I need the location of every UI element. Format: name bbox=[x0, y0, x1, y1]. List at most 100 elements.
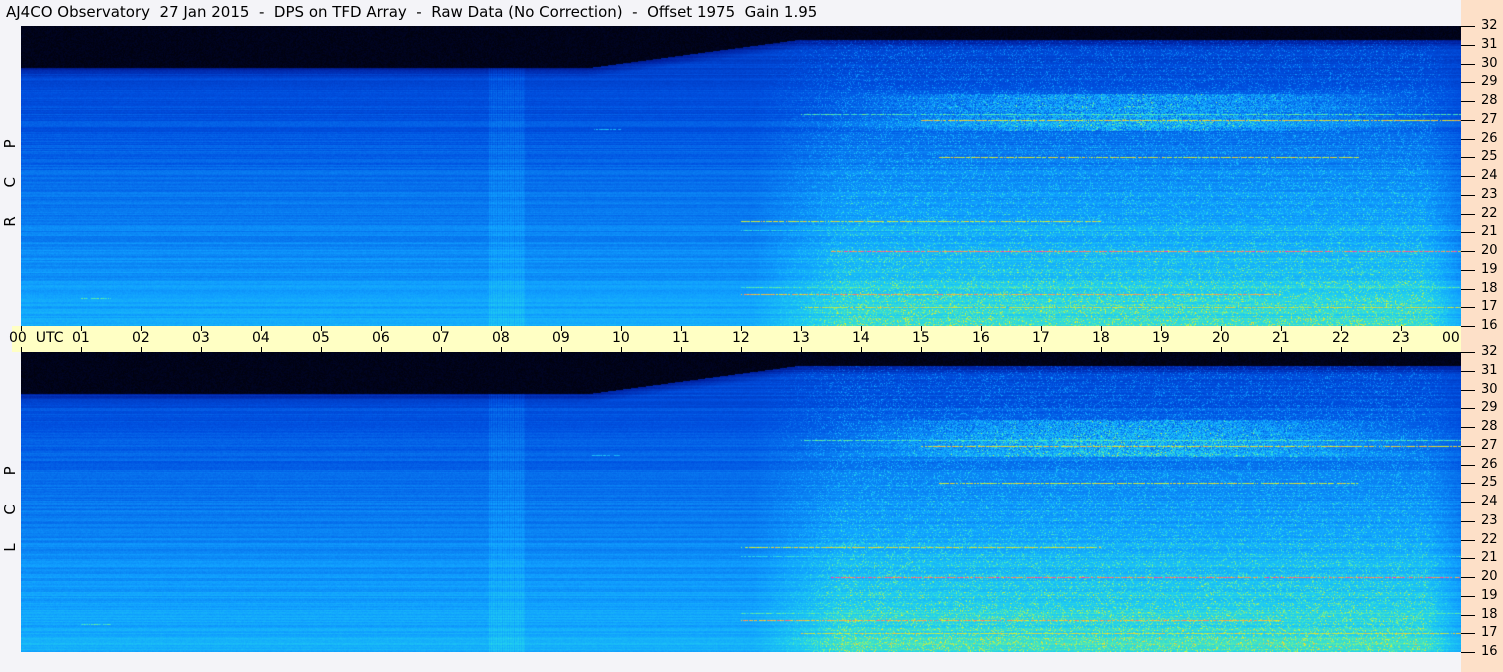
rcp-label: R C P bbox=[1, 127, 19, 227]
utc-tick bbox=[321, 347, 322, 352]
utc-tick-label: 01 bbox=[72, 330, 90, 346]
freq-tick-label: 26 bbox=[1481, 457, 1498, 472]
utc-tick-label: 14 bbox=[852, 330, 870, 346]
freq-tick bbox=[1461, 446, 1475, 447]
utc-tick bbox=[801, 347, 802, 352]
freq-tick bbox=[1461, 307, 1475, 308]
freq-tick-label: 19 bbox=[1481, 588, 1498, 603]
utc-tick bbox=[141, 347, 142, 352]
utc-tick-label: 15 bbox=[912, 330, 930, 346]
freq-tick-label: 23 bbox=[1481, 187, 1498, 202]
freq-tick bbox=[1461, 289, 1475, 290]
freq-tick-label: 19 bbox=[1481, 262, 1498, 277]
freq-tick bbox=[1461, 483, 1475, 484]
freq-tick bbox=[1461, 521, 1475, 522]
utc-tick-label: 04 bbox=[252, 330, 270, 346]
freq-tick bbox=[1461, 195, 1475, 196]
freq-tick bbox=[1461, 45, 1475, 46]
freq-tick bbox=[1461, 465, 1475, 466]
freq-tick-label: 29 bbox=[1481, 74, 1498, 89]
freq-tick-label: 30 bbox=[1481, 382, 1498, 397]
freq-tick-label: 22 bbox=[1481, 532, 1498, 547]
freq-tick-label: 24 bbox=[1481, 494, 1498, 509]
freq-tick-label: 26 bbox=[1481, 131, 1498, 146]
freq-tick bbox=[1461, 390, 1475, 391]
freq-tick-label: 31 bbox=[1481, 363, 1498, 378]
utc-tick-label: 17 bbox=[1032, 330, 1050, 346]
freq-tick-label: 28 bbox=[1481, 419, 1498, 434]
utc-tick-label: 13 bbox=[792, 330, 810, 346]
freq-tick bbox=[1461, 558, 1475, 559]
freq-tick bbox=[1461, 326, 1475, 327]
freq-tick-label: 32 bbox=[1481, 344, 1498, 359]
utc-tick bbox=[441, 347, 442, 352]
utc-tick bbox=[621, 347, 622, 352]
freq-tick-label: 18 bbox=[1481, 281, 1498, 296]
lcp-spectrogram bbox=[21, 352, 1461, 652]
freq-tick bbox=[1461, 64, 1475, 65]
freq-tick-label: 27 bbox=[1481, 438, 1498, 453]
freq-tick bbox=[1461, 270, 1475, 271]
freq-tick bbox=[1461, 540, 1475, 541]
freq-tick-label: 21 bbox=[1481, 550, 1498, 565]
freq-tick bbox=[1461, 232, 1475, 233]
utc-tick-label: 21 bbox=[1272, 330, 1290, 346]
freq-tick bbox=[1461, 157, 1475, 158]
freq-tick-label: 29 bbox=[1481, 400, 1498, 415]
freq-tick-label: 25 bbox=[1481, 475, 1498, 490]
freq-tick-label: 16 bbox=[1481, 318, 1498, 333]
utc-tick-label: 19 bbox=[1152, 330, 1170, 346]
utc-tick-label: 22 bbox=[1332, 330, 1350, 346]
frequency-axis: 32 31 30 29 28 27 26 25 24 23 22 21 20 19 18 17 16 32 31 30… bbox=[1461, 0, 1503, 672]
utc-tick bbox=[741, 347, 742, 352]
utc-tick bbox=[501, 347, 502, 352]
freq-tick bbox=[1461, 26, 1475, 27]
utc-tick bbox=[921, 347, 922, 352]
freq-tick bbox=[1461, 596, 1475, 597]
utc-tick bbox=[1161, 347, 1162, 352]
freq-tick-label: 20 bbox=[1481, 569, 1498, 584]
utc-axis: 01 02 03 04 05 06 07 08 09 10 11 12 13 14 15 16 17 18 19 20… bbox=[9, 326, 1494, 352]
utc-tick bbox=[861, 347, 862, 352]
utc-tick-label: 11 bbox=[672, 330, 690, 346]
freq-tick-label: 32 bbox=[1481, 18, 1498, 33]
freq-tick bbox=[1461, 251, 1475, 252]
utc-tick bbox=[681, 347, 682, 352]
freq-tick bbox=[1461, 120, 1475, 121]
freq-tick-label: 16 bbox=[1481, 644, 1498, 659]
utc-tick-label: 20 bbox=[1212, 330, 1230, 346]
freq-tick-label: 18 bbox=[1481, 607, 1498, 622]
freq-tick-label: 27 bbox=[1481, 112, 1498, 127]
utc-tick-label: 05 bbox=[312, 330, 330, 346]
utc-tick-label: 09 bbox=[552, 330, 570, 346]
freq-tick bbox=[1461, 214, 1475, 215]
freq-tick-label: 17 bbox=[1481, 299, 1498, 314]
freq-tick bbox=[1461, 82, 1475, 83]
utc-tick-label: 23 bbox=[1392, 330, 1410, 346]
utc-start-label: 00 UTC bbox=[9, 330, 64, 346]
freq-tick bbox=[1461, 427, 1475, 428]
utc-tick-label: 08 bbox=[492, 330, 510, 346]
utc-tick-label: 12 bbox=[732, 330, 750, 346]
freq-tick-label: 21 bbox=[1481, 224, 1498, 239]
freq-tick-label: 17 bbox=[1481, 625, 1498, 640]
utc-tick bbox=[381, 347, 382, 352]
utc-tick bbox=[1221, 347, 1222, 352]
freq-tick bbox=[1461, 633, 1475, 634]
freq-tick-label: 25 bbox=[1481, 149, 1498, 164]
utc-tick-label: 16 bbox=[972, 330, 990, 346]
freq-tick-label: 23 bbox=[1481, 513, 1498, 528]
freq-tick bbox=[1461, 615, 1475, 616]
freq-tick-label: 24 bbox=[1481, 168, 1498, 183]
utc-tick bbox=[81, 347, 82, 352]
freq-tick-label: 30 bbox=[1481, 56, 1498, 71]
freq-tick bbox=[1461, 352, 1475, 353]
utc-tick bbox=[1401, 347, 1402, 352]
utc-tick bbox=[1341, 347, 1342, 352]
utc-tick bbox=[561, 347, 562, 352]
freq-tick bbox=[1461, 502, 1475, 503]
utc-tick-label: 10 bbox=[612, 330, 630, 346]
utc-tick-label: 02 bbox=[132, 330, 150, 346]
utc-tick bbox=[981, 347, 982, 352]
utc-tick-label: 18 bbox=[1092, 330, 1110, 346]
